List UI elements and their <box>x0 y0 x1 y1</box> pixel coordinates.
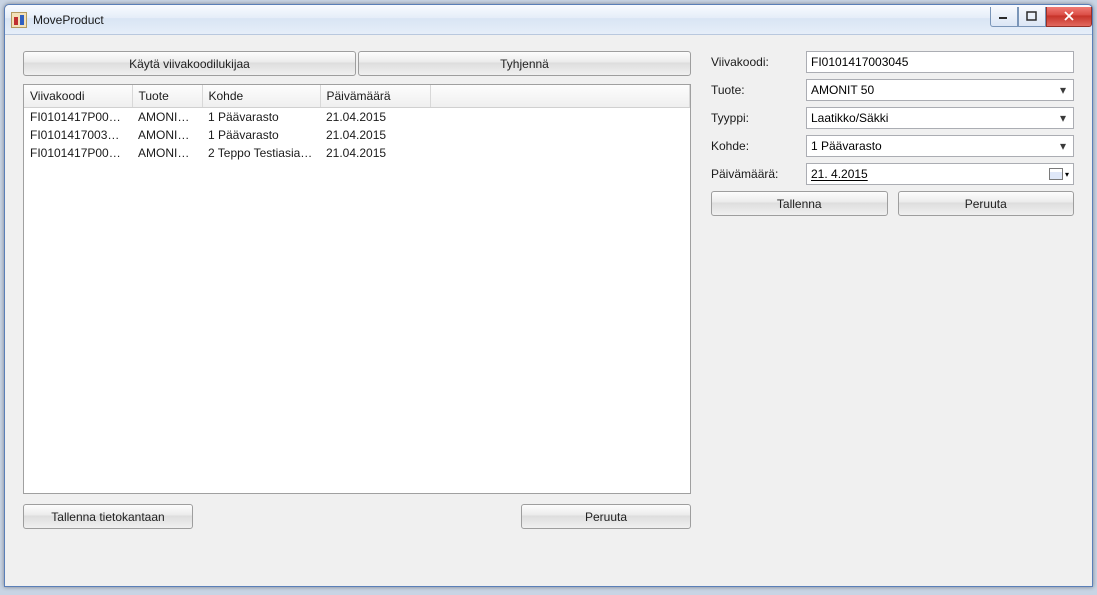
col-header-filler <box>430 85 690 108</box>
barcode-input[interactable]: FI0101417003045 <box>806 51 1074 73</box>
table-header-row: Viivakoodi Tuote Kohde Päivämäärä <box>24 85 690 108</box>
cell-filler <box>430 144 690 162</box>
minimize-icon <box>998 11 1010 21</box>
row-product: Tuote: AMONIT 50 ▾ <box>711 79 1074 101</box>
table-row[interactable]: FI0101417P004503AMONIT 361 Päävarasto21.… <box>24 108 690 127</box>
label-barcode: Viivakoodi: <box>711 55 806 69</box>
col-header-date[interactable]: Päivämäärä <box>320 85 430 108</box>
label-product: Tuote: <box>711 83 806 97</box>
spacer <box>203 504 511 529</box>
window-title: MoveProduct <box>33 13 990 27</box>
maximize-icon <box>1026 11 1038 21</box>
cell-date: 21.04.2015 <box>320 126 430 144</box>
save-to-database-button[interactable]: Tallenna tietokantaan <box>23 504 193 529</box>
cell-target: 1 Päävarasto <box>202 126 320 144</box>
label-date: Päivämäärä: <box>711 167 806 181</box>
label-target: Kohde: <box>711 139 806 153</box>
type-combo[interactable]: Laatikko/Säkki ▾ <box>806 107 1074 129</box>
items-grid[interactable]: Viivakoodi Tuote Kohde Päivämäärä FI0101… <box>23 84 691 494</box>
right-column: Viivakoodi: FI0101417003045 Tuote: AMONI… <box>711 51 1074 570</box>
top-toolbar: Käytä viivakoodilukijaa Tyhjennä <box>23 51 691 76</box>
target-value: 1 Päävarasto <box>811 139 882 153</box>
client-area: Käytä viivakoodilukijaa Tyhjennä Viivako… <box>5 35 1092 586</box>
save-button[interactable]: Tallenna <box>711 191 888 216</box>
cancel-button[interactable]: Peruuta <box>898 191 1075 216</box>
cell-date: 21.04.2015 <box>320 108 430 127</box>
form-actions: Tallenna Peruuta <box>711 191 1074 216</box>
calendar-icon: ▾ <box>1043 168 1069 180</box>
cell-target: 1 Päävarasto <box>202 108 320 127</box>
cell-product: AMONIT 36 <box>132 108 202 127</box>
row-type: Tyyppi: Laatikko/Säkki ▾ <box>711 107 1074 129</box>
col-header-product[interactable]: Tuote <box>132 85 202 108</box>
label-type: Tyyppi: <box>711 111 806 125</box>
close-button[interactable] <box>1046 7 1092 27</box>
minimize-button[interactable] <box>990 7 1018 27</box>
chevron-down-icon: ▾ <box>1055 81 1071 99</box>
cell-filler <box>430 126 690 144</box>
chevron-down-icon: ▾ <box>1055 109 1071 127</box>
col-header-barcode[interactable]: Viivakoodi <box>24 85 132 108</box>
product-value: AMONIT 50 <box>811 83 874 97</box>
cell-product: AMONIT 36 <box>132 144 202 162</box>
product-combo[interactable]: AMONIT 50 ▾ <box>806 79 1074 101</box>
items-table: Viivakoodi Tuote Kohde Päivämäärä FI0101… <box>24 85 690 162</box>
type-value: Laatikko/Säkki <box>811 111 888 125</box>
cell-filler <box>430 108 690 127</box>
titlebar[interactable]: MoveProduct <box>5 5 1092 35</box>
left-column: Käytä viivakoodilukijaa Tyhjennä Viivako… <box>23 51 691 570</box>
app-window: MoveProduct Käytä viivakoodilukijaa Tyhj… <box>4 4 1093 587</box>
table-row[interactable]: FI0101417P004503AMONIT 362 Teppo Testias… <box>24 144 690 162</box>
cell-date: 21.04.2015 <box>320 144 430 162</box>
cell-barcode: FI0101417003045 <box>24 126 132 144</box>
date-picker[interactable]: 21. 4.2015 ▾ <box>806 163 1074 185</box>
row-target: Kohde: 1 Päävarasto ▾ <box>711 135 1074 157</box>
chevron-down-icon: ▾ <box>1055 137 1071 155</box>
cell-target: 2 Teppo Testiasiakas <box>202 144 320 162</box>
date-value: 21. 4.2015 <box>811 167 868 181</box>
row-date: Päivämäärä: 21. 4.2015 ▾ <box>711 163 1074 185</box>
target-combo[interactable]: 1 Päävarasto ▾ <box>806 135 1074 157</box>
app-icon <box>11 12 27 28</box>
bottom-actions: Tallenna tietokantaan Peruuta <box>23 504 691 529</box>
maximize-button[interactable] <box>1018 7 1046 27</box>
table-row[interactable]: FI0101417003045AMONIT 501 Päävarasto21.0… <box>24 126 690 144</box>
close-icon <box>1063 11 1075 21</box>
use-barcode-reader-button[interactable]: Käytä viivakoodilukijaa <box>23 51 356 76</box>
window-controls <box>990 7 1092 27</box>
cell-product: AMONIT 50 <box>132 126 202 144</box>
clear-button[interactable]: Tyhjennä <box>358 51 691 76</box>
cancel-bottom-button[interactable]: Peruuta <box>521 504 691 529</box>
col-header-target[interactable]: Kohde <box>202 85 320 108</box>
cell-barcode: FI0101417P004503 <box>24 144 132 162</box>
row-barcode: Viivakoodi: FI0101417003045 <box>711 51 1074 73</box>
cell-barcode: FI0101417P004503 <box>24 108 132 127</box>
